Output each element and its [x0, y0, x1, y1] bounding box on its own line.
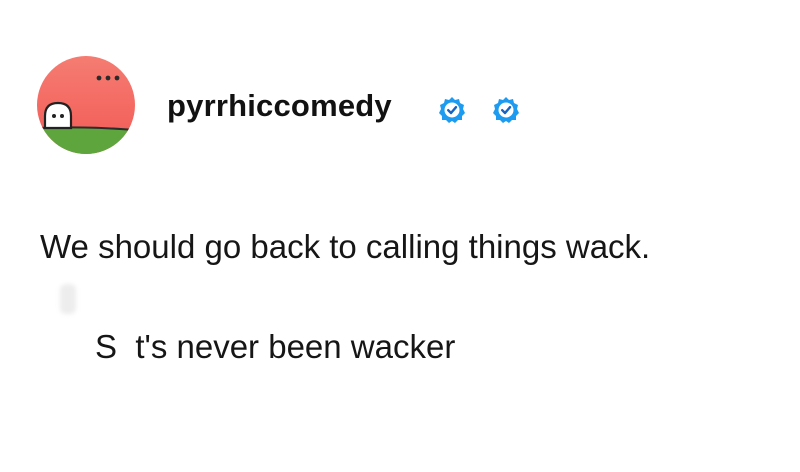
post-text-line-content: S t's never been wacker [95, 328, 456, 365]
verified-badge-icon [492, 96, 520, 124]
censor-blur [60, 284, 76, 314]
username[interactable]: pyrrhiccomedy [167, 88, 392, 124]
post-card: pyrrhiccomedy We should go back to calli… [0, 0, 800, 433]
verified-badge-icon [438, 96, 466, 124]
ghost-on-hill-avatar-icon [37, 56, 135, 154]
post-text-line: S t's never been wacker [40, 272, 780, 472]
post-body: We should go back to calling things wack… [40, 222, 780, 472]
avatar[interactable] [37, 56, 135, 154]
post-text-line: We should go back to calling things wack… [40, 228, 651, 265]
